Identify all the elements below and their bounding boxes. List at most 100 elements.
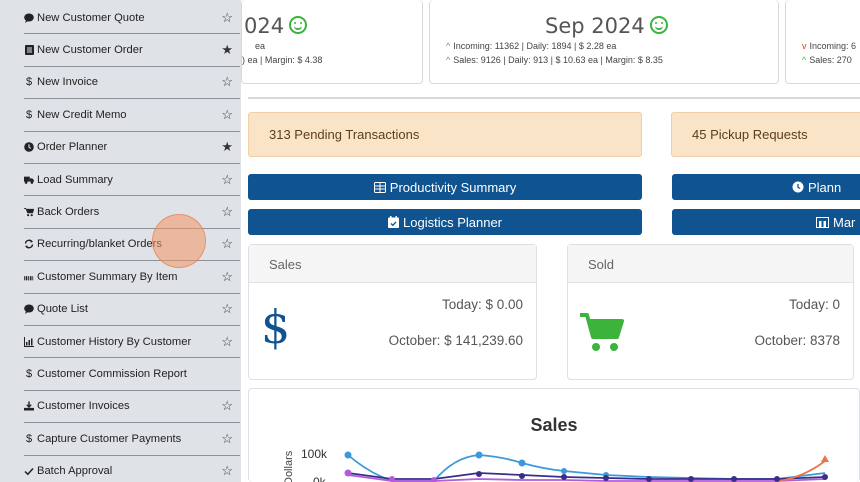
stat-title: Sep 2024 [545,14,668,38]
stat-line-sales: ) ea | Margin: $ 4.38 [242,55,323,65]
sidebar-item-new-customer-order[interactable]: New Customer Order ★ [24,34,240,67]
document-icon [24,45,34,56]
logistics-planner-button[interactable]: Logistics Planner [248,209,642,235]
stat-title: 024 [244,14,308,38]
sidebar-item-new-invoice[interactable]: $ New Invoice ☆ [24,67,240,100]
sidebar-item-label: Customer Commission Report [37,368,187,381]
stat-line-sales: ^ Sales: 270 [802,55,852,65]
sidebar-item-label: Load Summary [37,173,113,186]
dollar-icon: $ [25,432,33,445]
star-outline-icon[interactable]: ☆ [221,334,233,350]
sidebar-item-recurring-blanket-orders[interactable]: Recurring/blanket Orders ☆ [24,229,240,262]
download-icon [24,401,34,412]
star-outline-icon[interactable]: ☆ [221,204,233,220]
sidebar-item-load-summary[interactable]: Load Summary ☆ [24,164,240,197]
pickup-requests-alert[interactable]: 45 Pickup Requests [671,112,860,157]
arrow-down-icon: v [802,41,807,51]
star-outline-icon[interactable]: ☆ [221,172,233,188]
productivity-summary-button[interactable]: Productivity Summary [248,174,642,200]
sidebar-item-customer-history-by-customer[interactable]: Customer History By Customer ☆ [24,326,240,359]
stat-card-next: v Incoming: 6 ^ Sales: 270 [785,0,860,84]
sidebar-item-label: New Invoice [37,76,98,89]
arrow-up-icon: ^ [446,55,451,65]
stat-card-previous: 024 ea ) ea | Margin: $ 4.38 [241,0,423,84]
divider [248,97,860,99]
sidebar-item-capture-customer-payments[interactable]: $ Capture Customer Payments ☆ [24,423,240,456]
smile-icon [649,16,668,34]
sidebar-item-customer-commission-report[interactable]: $ Customer Commission Report [24,358,240,391]
sidebar-item-label: Quote List [37,303,88,316]
star-outline-icon[interactable]: ☆ [221,74,233,90]
chart-icon [24,336,34,347]
stat-line-incoming: ^ Incoming: 11362 | Daily: 1894 | $ 2.28 … [446,41,617,51]
sold-month: October: 8378 [754,333,840,348]
sidebar-item-back-orders[interactable]: Back Orders ☆ [24,196,240,229]
arrow-up-icon: ^ [446,41,451,51]
sidebar-item-label: Back Orders [37,206,100,219]
planner-button[interactable]: Plann [672,174,860,200]
sidebar-item-label: Customer Invoices [37,400,130,413]
sidebar-item-customer-invoices[interactable]: Customer Invoices ☆ [24,391,240,424]
sidebar-item-label: New Customer Order [37,44,143,57]
dollar-icon: $ [25,76,33,89]
star-outline-icon[interactable]: ☆ [221,10,233,26]
sidebar-item-label: Capture Customer Payments [37,432,182,445]
star-filled-icon[interactable]: ★ [221,139,233,155]
sidebar-item-label: Batch Approval [37,465,113,478]
calendar-check-icon [388,216,399,228]
cart-icon [24,207,34,217]
clock-icon [24,142,34,153]
barcode-icon [24,272,34,282]
sidebar-item-label: Customer History By Customer [37,335,192,348]
pending-transactions-alert[interactable]: 313 Pending Transactions [248,112,642,157]
sidebar-item-label: New Credit Memo [37,108,127,121]
check-icon [24,466,34,476]
click-indicator [152,214,206,268]
sales-month: October: $ 141,239.60 [388,333,523,348]
cart-icon [578,311,626,358]
comment-icon [24,13,34,23]
sidebar-item-quote-list[interactable]: Quote List ☆ [24,294,240,326]
warehouse-icon [816,216,829,228]
sold-today: Today: 0 [788,297,840,312]
smile-icon [289,16,308,34]
star-outline-icon[interactable]: ☆ [221,463,233,479]
sales-chart-plot [344,451,829,482]
sales-card-title: Sales [249,245,536,283]
sidebar-item-label: Customer Summary By Item [37,270,178,283]
comment-icon [24,304,34,315]
dollar-icon: $ [261,300,291,354]
stat-card-current: Sep 2024 ^ Incoming: 11362 | Daily: 1894 … [429,0,779,84]
sold-card: Sold Today: 0 October: 8378 [567,244,854,380]
star-outline-icon[interactable]: ☆ [221,398,233,414]
stat-line-incoming: ea [255,41,266,51]
stat-line-sales: ^ Sales: 9126 | Daily: 913 | $ 10.63 ea |… [446,55,663,65]
star-outline-icon[interactable]: ☆ [221,301,233,317]
sidebar-item-label: Recurring/blanket Orders [37,238,162,251]
star-outline-icon[interactable]: ☆ [221,236,233,252]
sidebar-item-new-credit-memo[interactable]: $ New Credit Memo ☆ [24,99,240,132]
dollar-icon: $ [25,368,33,381]
truck-icon [24,175,34,185]
clock-icon [792,181,804,193]
sidebar-item-customer-summary-by-item[interactable]: Customer Summary By Item ☆ [24,261,240,294]
sales-card: Sales $ Today: $ 0.00 October: $ 141,239… [248,244,537,380]
sidebar-item-batch-approval[interactable]: Batch Approval ☆ [24,456,240,482]
recycle-icon [24,239,34,249]
star-outline-icon[interactable]: ☆ [221,269,233,285]
map-button[interactable]: Mar [672,209,860,235]
star-outline-icon[interactable]: ☆ [221,431,233,447]
sidebar-item-label: New Customer Quote [37,11,145,24]
sidebar-item-order-planner[interactable]: Order Planner ★ [24,132,240,164]
star-outline-icon[interactable]: ☆ [221,107,233,123]
sidebar-item-new-customer-quote[interactable]: New Customer Quote ☆ [24,2,240,35]
stat-line-incoming: v Incoming: 6 [802,41,857,51]
sales-chart-card: Sales Dollars 100k 0k [248,388,860,482]
table-icon [373,181,386,193]
sidebar-item-label: Order Planner [37,141,108,154]
sold-card-title: Sold [568,245,853,283]
sales-today: Today: $ 0.00 [441,297,523,312]
star-filled-icon[interactable]: ★ [221,42,233,58]
dollar-icon: $ [25,108,33,121]
arrow-up-icon: ^ [802,55,807,65]
